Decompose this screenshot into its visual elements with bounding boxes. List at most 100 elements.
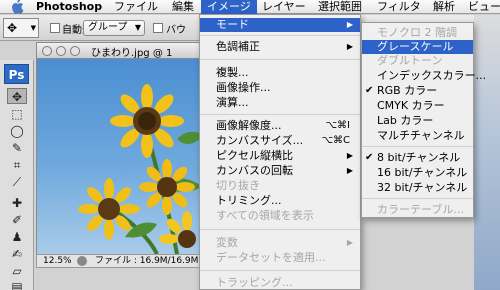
chevron-down-icon: ▼ (134, 23, 141, 32)
crop-tool-icon[interactable]: ⌗ (7, 157, 27, 173)
file-info[interactable]: ファイル : 16.9M/16.9M (95, 255, 198, 267)
healing-tool-icon[interactable]: ✚ (7, 195, 27, 211)
apple-icon[interactable] (10, 0, 24, 14)
mode-grayscale[interactable]: グレースケール (362, 40, 473, 54)
menu-item-shortcut: ⌥⌘C (321, 135, 350, 146)
tools-palette: Ps ✥ ⬚ ◯ ✎ ⌗ ⟋ ✚ ✐ ♟ ✍ ▱ ▤ (0, 60, 34, 290)
menu-item-variables: 変数 ▶ (200, 236, 360, 250)
zoom-level[interactable]: 12.5% (43, 255, 72, 267)
brush-tool-icon[interactable]: ✐ (7, 212, 27, 228)
menu-app-photoshop[interactable]: Photoshop (36, 0, 102, 14)
workspace-background (474, 15, 500, 290)
gradient-tool-icon[interactable]: ▤ (7, 279, 27, 290)
sunflower-image (78, 84, 202, 254)
submenu-arrow-icon: ▶ (346, 151, 353, 160)
quick-select-tool-icon[interactable]: ✎ (7, 140, 27, 156)
mode-bitmap: モノクロ 2 階調 (377, 26, 457, 39)
mode-32-bit[interactable]: 32 bit/チャンネル (362, 181, 473, 195)
menu-item-adjustments[interactable]: 色調補正 ▶ (200, 40, 360, 54)
bounding-box-label: バウ (166, 25, 186, 36)
auto-select-target-value: グループ (88, 22, 128, 33)
document-title: ひまわり.jpg @ 1 (91, 48, 173, 59)
checkmark-icon: ✔ (365, 152, 374, 163)
menu-item-shortcut: ⌥⌘I (325, 120, 350, 131)
move-tool-icon[interactable]: ✥ (7, 88, 27, 104)
mode-8-bit[interactable]: ✔ 8 bit/チャンネル (362, 151, 473, 165)
menu-separator (200, 35, 360, 36)
mode-multichannel[interactable]: マルチチャンネル (362, 129, 473, 143)
menu-item-canvas-size[interactable]: カンバスサイズ... ⌥⌘C (200, 134, 360, 148)
document-status-bar: 12.5% ファイル : 16.9M/16.9M (36, 254, 202, 268)
move-icon: ✥ (7, 21, 18, 35)
menu-item-pixel-aspect-ratio[interactable]: ピクセル縦横比 ▶ (200, 149, 360, 163)
menu-separator (200, 270, 360, 271)
mode-color-table: カラーテーブル... (377, 203, 464, 216)
image-canvas[interactable] (36, 59, 202, 254)
menu-separator (362, 146, 473, 147)
status-icon (77, 256, 87, 266)
mode-lab-color[interactable]: Lab カラー (362, 114, 473, 128)
menu-item-reveal-all: すべての領域を表示 (216, 209, 314, 222)
mode-16-bit[interactable]: 16 bit/チャンネル (362, 166, 473, 180)
menu-item-label: ピクセル縦横比 (216, 149, 293, 162)
chevron-down-icon: ▼ (30, 24, 36, 32)
eyedropper-tool-icon[interactable]: ⟋ (7, 174, 27, 190)
marquee-tool-icon[interactable]: ⬚ (7, 106, 27, 122)
submenu-arrow-icon: ▶ (346, 166, 353, 175)
tool-preset-picker[interactable]: ✥ ▼ (3, 18, 39, 38)
auto-select-checkbox[interactable] (50, 23, 60, 33)
bounding-box-checkbox[interactable] (153, 23, 163, 33)
mode-indexed-color[interactable]: インデックスカラー... (362, 69, 486, 83)
mode-rgb-color[interactable]: ✔ RGB カラー (362, 84, 473, 98)
menu-image[interactable]: イメージ (201, 0, 257, 14)
checkmark-icon: ✔ (365, 85, 374, 96)
submenu-arrow-icon: ▶ (346, 20, 353, 29)
menu-item-mode[interactable]: モード ▶ (200, 18, 360, 32)
menu-separator (200, 114, 360, 115)
submenu-arrow-icon: ▶ (346, 42, 353, 51)
image-menu-dropdown: モード ▶ 色調補正 ▶ 複製... 画像操作... 演算... 画像解像度..… (199, 14, 361, 290)
menu-separator (200, 229, 360, 230)
menu-item-crop: 切り抜き (216, 179, 260, 192)
mode-cmyk-color[interactable]: CMYK カラー (362, 99, 473, 113)
menu-item-rotate-canvas[interactable]: カンバスの回転 ▶ (200, 164, 360, 178)
menu-item-label: 変数 (216, 236, 238, 249)
mode-duotone: ダブルトーン (377, 54, 443, 67)
menu-view[interactable]: ビュー (468, 0, 500, 14)
menu-item-label: カンバスサイズ... (216, 134, 304, 147)
menu-separator (200, 59, 360, 60)
menu-filter[interactable]: フィルタ (377, 0, 421, 14)
menu-item-label: RGB カラー (377, 84, 438, 97)
document-title-bar[interactable]: ひまわり.jpg @ 1 (36, 42, 202, 59)
menu-item-label: モード (216, 18, 249, 31)
mode-submenu: モノクロ 2 階調 グレースケール ダブルトーン インデックスカラー... ✔ … (361, 22, 486, 218)
menu-item-label: カンバスの回転 (216, 164, 293, 177)
document-window: ひまわり.jpg @ 1 12.5% ファイル: 16.9M/16.9M (36, 42, 202, 268)
menu-item-label: 8 bit/チャンネル (377, 151, 461, 164)
menu-item-apply-image[interactable]: 画像操作... (200, 81, 360, 95)
menu-item-label: 画像解像度... (216, 119, 282, 132)
menu-analysis[interactable]: 解析 (433, 0, 455, 14)
submenu-arrow-icon: ▶ (346, 238, 353, 247)
close-button[interactable] (42, 46, 52, 56)
menu-file[interactable]: ファイル (114, 0, 158, 14)
history-brush-tool-icon[interactable]: ✍ (7, 246, 27, 262)
menu-item-trap: トラッピング... (216, 276, 293, 289)
eraser-tool-icon[interactable]: ▱ (7, 263, 27, 279)
zoom-button[interactable] (70, 46, 80, 56)
menu-item-calculations[interactable]: 演算... (200, 96, 360, 110)
lasso-tool-icon[interactable]: ◯ (7, 123, 27, 139)
clone-stamp-tool-icon[interactable]: ♟ (7, 229, 27, 245)
menu-edit[interactable]: 編集 (172, 0, 194, 14)
menu-item-duplicate[interactable]: 複製... (200, 66, 360, 80)
menu-select[interactable]: 選択範囲 (318, 0, 362, 14)
menu-bar: Photoshop ファイル 編集 イメージ レイヤー 選択範囲 フィルタ 解析… (0, 0, 500, 14)
ps-logo[interactable]: Ps (4, 64, 29, 84)
auto-select-target-select[interactable]: グループ ▼ (83, 20, 145, 36)
menu-separator (362, 198, 473, 199)
menu-layer[interactable]: レイヤー (262, 0, 306, 14)
menu-item-label: 色調補正 (216, 40, 260, 53)
menu-item-trim[interactable]: トリミング... (200, 194, 360, 208)
menu-item-image-size[interactable]: 画像解像度... ⌥⌘I (200, 119, 360, 133)
minimize-button[interactable] (56, 46, 66, 56)
